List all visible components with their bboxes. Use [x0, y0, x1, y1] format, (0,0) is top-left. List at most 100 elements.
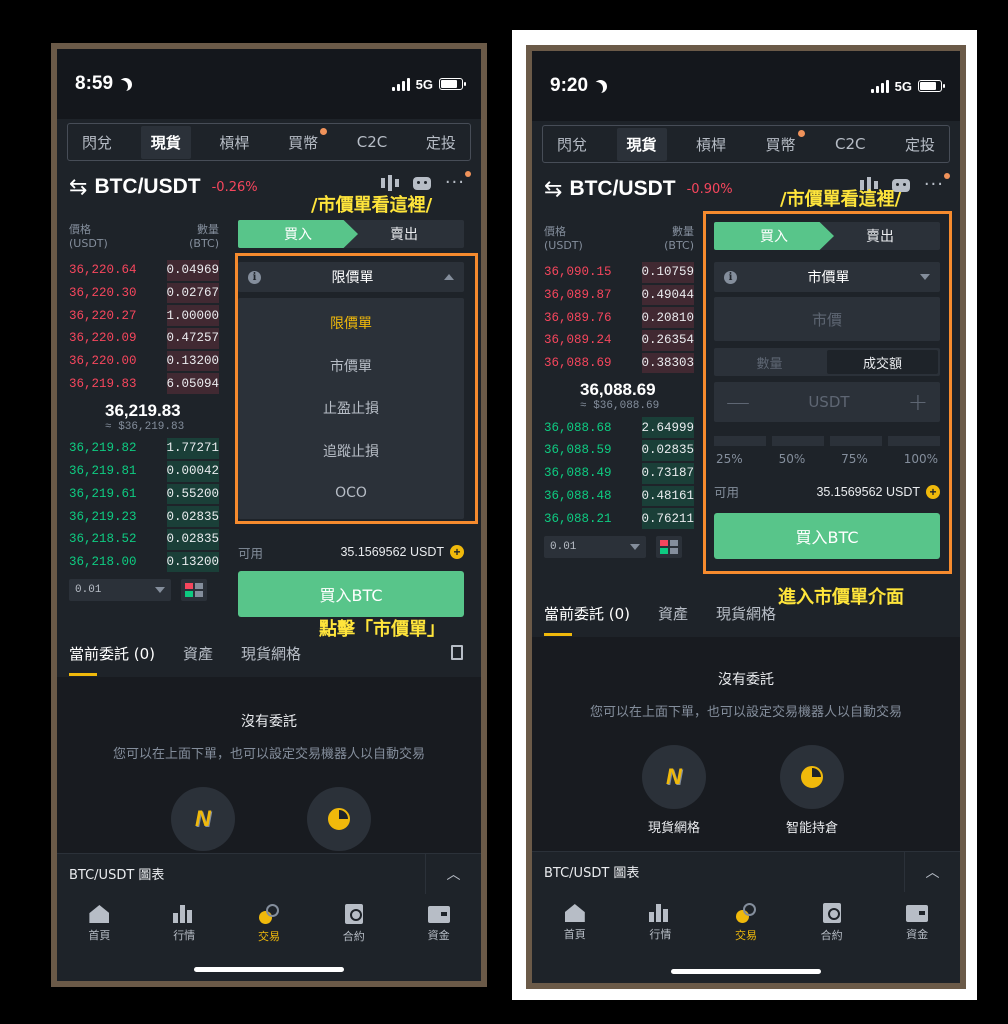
mid-price[interactable]: 36,219.83 ≈ $36,219.83 — [69, 395, 219, 437]
tab-auto-invest[interactable]: 定投 — [895, 128, 945, 161]
expand-chart-icon[interactable]: ︿ — [904, 852, 960, 892]
ask-row[interactable]: 36,089.24 0.26354 — [544, 329, 694, 352]
row-price: 36,088.68 — [544, 420, 612, 435]
order-history-icon[interactable] — [451, 645, 463, 660]
bid-row[interactable]: 36,088.68 2.64999 — [544, 416, 694, 439]
spot-grid-bot[interactable]: N — [171, 787, 235, 851]
nav-wallet[interactable]: 資金 — [409, 905, 469, 943]
nav-futures[interactable]: 合約 — [802, 903, 862, 943]
tab-margin[interactable]: 槓桿 — [209, 126, 259, 159]
pair-name[interactable]: BTC/USDT — [569, 177, 675, 201]
row-price: 36,219.61 — [69, 486, 137, 501]
row-quantity: 0.02835 — [166, 532, 219, 547]
ask-row[interactable]: 36,220.30 0.02767 — [69, 282, 219, 305]
bid-row[interactable]: 36,218.52 0.02835 — [69, 528, 219, 551]
order-book-layout-icon[interactable] — [181, 579, 207, 602]
tab-convert[interactable]: 閃兌 — [72, 126, 122, 159]
nav-trade[interactable]: 交易 — [239, 904, 299, 944]
row-price: 36,089.24 — [544, 333, 612, 348]
bid-row[interactable]: 36,219.23 0.02835 — [69, 505, 219, 528]
row-price: 36,219.82 — [69, 441, 137, 456]
annotation-bottom: 點擊「市價單」 — [319, 619, 445, 640]
precision-select[interactable]: 0.01 — [544, 535, 646, 558]
tab-assets[interactable]: 資產 — [183, 643, 213, 664]
bid-row[interactable]: 36,219.81 0.00042 — [69, 460, 219, 483]
portfolio-bot[interactable] — [780, 745, 844, 809]
ask-row[interactable]: 36,220.64 0.04969 — [69, 259, 219, 282]
ask-row[interactable]: 36,090.15 0.10759 — [544, 261, 694, 284]
nav-home[interactable]: 首頁 — [545, 904, 605, 942]
nav-futures[interactable]: 合約 — [324, 904, 384, 944]
bid-row[interactable]: 36,088.59 0.02835 — [544, 439, 694, 462]
tab-spot[interactable]: 現貨 — [616, 127, 667, 161]
row-quantity: 0.13200 — [166, 354, 219, 369]
bottom-nav: 首頁 行情 交易 合約 資金 — [532, 893, 960, 953]
precision-select[interactable]: 0.01 — [69, 579, 171, 602]
home-indicator — [671, 969, 821, 974]
portfolio-bot[interactable] — [307, 787, 371, 851]
ask-row[interactable]: 36,088.69 0.38303 — [544, 352, 694, 375]
tab-auto-invest[interactable]: 定投 — [416, 126, 466, 159]
row-price: 36,220.30 — [69, 286, 137, 301]
ask-row[interactable]: 36,220.00 0.13200 — [69, 350, 219, 373]
ask-row[interactable]: 36,220.27 1.00000 — [69, 304, 219, 327]
row-quantity: 0.00042 — [166, 464, 219, 479]
bid-row[interactable]: 36,219.82 1.77271 — [69, 437, 219, 460]
row-quantity: 0.13200 — [166, 554, 219, 569]
buy-btc-button[interactable]: 買入BTC — [238, 570, 464, 617]
plus-circle-icon[interactable]: + — [450, 545, 464, 559]
orders-area: 沒有委託 您可以在上面下單，也可以設定交易機器人以自動交易 N 現貨網格 智能持… — [532, 637, 960, 851]
expand-chart-icon[interactable]: ︿ — [425, 854, 481, 894]
bid-row[interactable]: 36,219.61 0.55200 — [69, 483, 219, 506]
tab-spot[interactable]: 現貨 — [140, 125, 191, 159]
ask-row[interactable]: 36,089.87 0.49044 — [544, 284, 694, 307]
candlestick-chart-icon[interactable] — [380, 175, 399, 191]
ask-row[interactable]: 36,219.83 6.05094 — [69, 372, 219, 395]
nav-wallet[interactable]: 資金 — [887, 904, 947, 942]
tab-c2c[interactable]: C2C — [825, 129, 876, 159]
more-icon[interactable]: ··· — [924, 173, 950, 194]
tab-convert[interactable]: 閃兌 — [547, 128, 597, 161]
tab-open-orders[interactable]: 當前委託 (0) — [69, 643, 155, 676]
nav-markets[interactable]: 行情 — [630, 904, 690, 942]
tab-buy-crypto[interactable]: 買幣 — [756, 128, 806, 161]
tab-margin[interactable]: 槓桿 — [686, 128, 736, 161]
row-quantity: 1.77271 — [166, 441, 219, 456]
trading-bot-icon[interactable] — [412, 176, 431, 190]
status-bar: 9:20 5G — [532, 51, 960, 121]
row-price: 36,089.76 — [544, 310, 612, 325]
order-book-layout-icon[interactable] — [656, 535, 682, 558]
bid-row[interactable]: 36,088.49 0.73187 — [544, 462, 694, 485]
chart-bar[interactable]: BTC/USDT 圖表 ︿ — [532, 851, 960, 892]
bid-row[interactable]: 36,218.00 0.13200 — [69, 551, 219, 574]
swap-pair-icon[interactable]: ⇆ — [544, 177, 562, 202]
tab-spot-grid[interactable]: 現貨網格 — [716, 603, 776, 624]
bid-row[interactable]: 36,088.21 0.76211 — [544, 507, 694, 530]
bid-row[interactable]: 36,088.48 0.48161 — [544, 485, 694, 508]
nav-home[interactable]: 首頁 — [69, 905, 129, 943]
more-icon[interactable]: ··· — [445, 171, 471, 192]
tab-c2c[interactable]: C2C — [347, 127, 398, 157]
ask-row[interactable]: 36,220.09 0.47257 — [69, 327, 219, 350]
order-book: 價格 (USDT) 數量 (BTC) 36,090.15 0.10759 36,089.… — [544, 225, 694, 558]
buy-tab[interactable]: 買入 — [238, 220, 358, 248]
row-price: 36,088.59 — [544, 443, 612, 458]
nav-markets[interactable]: 行情 — [154, 905, 214, 943]
ask-row[interactable]: 36,089.76 0.20810 — [544, 306, 694, 329]
tab-buy-crypto[interactable]: 買幣 — [278, 126, 328, 159]
futures-icon — [822, 903, 841, 923]
chart-bar[interactable]: BTC/USDT 圖表 ︿ — [57, 853, 481, 894]
pair-name[interactable]: BTC/USDT — [94, 175, 200, 199]
trade-icon — [258, 904, 279, 924]
spot-grid-bot[interactable]: N — [642, 745, 706, 809]
sell-tab[interactable]: 賣出 — [344, 220, 464, 248]
mid-price[interactable]: 36,088.69 ≈ $36,088.69 — [544, 374, 694, 416]
tab-open-orders[interactable]: 當前委託 (0) — [544, 603, 630, 636]
swap-pair-icon[interactable]: ⇆ — [69, 175, 87, 200]
orders-area: 沒有委託 您可以在上面下單，也可以設定交易機器人以自動交易 N — [57, 677, 481, 853]
tab-spot-grid[interactable]: 現貨網格 — [241, 643, 301, 664]
tab-assets[interactable]: 資產 — [658, 603, 688, 624]
row-quantity: 2.64999 — [641, 420, 694, 435]
comparison-stage: 8:59 5G 閃兌 現貨 槓桿 買幣 C2C 定投 ⇆ BTC/USDT -0… — [0, 0, 1008, 1024]
nav-trade[interactable]: 交易 — [716, 903, 776, 943]
